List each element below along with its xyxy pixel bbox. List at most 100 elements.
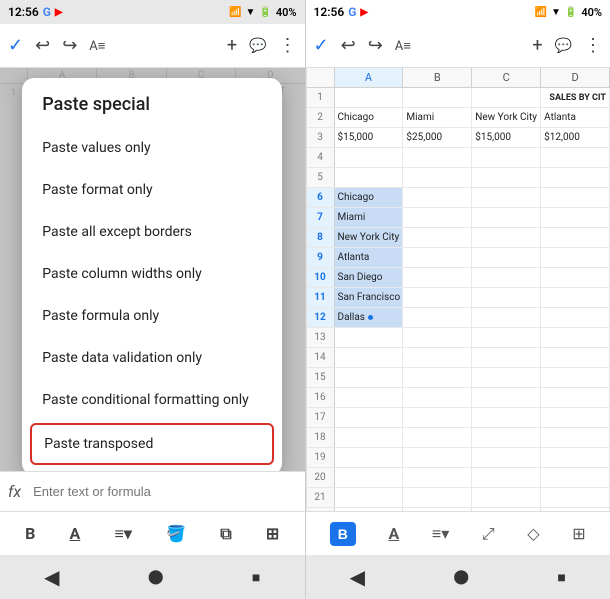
paste-item-6[interactable]: Paste conditional formatting only (22, 379, 282, 421)
table-cell[interactable] (472, 308, 541, 327)
table-cell[interactable] (335, 348, 404, 367)
underline-a-icon[interactable]: A (70, 524, 81, 543)
right-align-icon[interactable]: ≡▾ (432, 524, 449, 544)
col-header-d[interactable]: D (541, 68, 610, 87)
right-home-icon[interactable]: ⬤ (453, 569, 469, 585)
table-cell[interactable]: Atlanta (335, 248, 404, 267)
table-cell[interactable] (335, 428, 404, 447)
table-cell[interactable] (472, 188, 541, 207)
table-cell[interactable] (541, 328, 610, 347)
paste-item-4[interactable]: Paste formula only (22, 295, 282, 337)
paste-item-0[interactable]: Paste values only (22, 127, 282, 169)
table-cell[interactable] (403, 148, 472, 167)
table-cell[interactable] (472, 168, 541, 187)
table-cell[interactable] (335, 148, 404, 167)
redo-icon[interactable]: ↪ (62, 35, 77, 56)
table-cell[interactable] (472, 268, 541, 287)
copy-icon[interactable]: ⧉ (220, 524, 231, 544)
comment-icon[interactable]: 💬 (249, 38, 266, 54)
table-cell[interactable] (541, 448, 610, 467)
table-cell[interactable] (541, 388, 610, 407)
table-cell[interactable] (472, 288, 541, 307)
table-cell[interactable] (335, 468, 404, 487)
table-cell[interactable] (472, 348, 541, 367)
table-cell[interactable] (472, 408, 541, 427)
paste-item-3[interactable]: Paste column widths only (22, 253, 282, 295)
table-cell[interactable] (403, 168, 472, 187)
right-paint-icon[interactable]: ◇ (527, 524, 539, 543)
table-cell[interactable] (335, 488, 404, 507)
table-cell[interactable]: $15,000 (472, 128, 541, 147)
table-cell[interactable] (472, 148, 541, 167)
col-header-b[interactable]: B (403, 68, 472, 87)
right-comment-icon[interactable]: 💬 (555, 38, 572, 54)
col-header-a[interactable]: A (335, 68, 404, 87)
table-cell[interactable] (403, 468, 472, 487)
undo-icon[interactable]: ↩ (35, 35, 50, 56)
table-cell[interactable] (335, 328, 404, 347)
table-cell[interactable] (541, 468, 610, 487)
table-cell[interactable] (541, 188, 610, 207)
table-cell[interactable] (472, 468, 541, 487)
table-cell[interactable] (541, 288, 610, 307)
table-cell[interactable] (472, 428, 541, 447)
table-cell[interactable] (403, 328, 472, 347)
right-underline-a-icon[interactable]: A (389, 524, 400, 543)
table-cell[interactable] (403, 388, 472, 407)
table-cell[interactable] (403, 308, 472, 327)
table-cell[interactable] (541, 268, 610, 287)
table-cell[interactable]: San Diego (335, 268, 404, 287)
table-cell[interactable] (403, 448, 472, 467)
table-cell[interactable] (335, 368, 404, 387)
table-cell[interactable] (541, 368, 610, 387)
table-cell[interactable] (403, 288, 472, 307)
table-cell[interactable] (541, 248, 610, 267)
col-header-c[interactable]: C (472, 68, 541, 87)
table-cell[interactable] (335, 388, 404, 407)
table-cell[interactable] (541, 228, 610, 247)
right-undo-icon[interactable]: ↩ (341, 35, 356, 56)
format-icon[interactable]: A≡ (89, 38, 105, 54)
table-cell[interactable]: Miami (335, 208, 404, 227)
right-grid-icon[interactable]: ⊞ (572, 524, 585, 543)
table-cell[interactable] (472, 248, 541, 267)
home-icon[interactable]: ⬤ (148, 569, 164, 585)
table-cell[interactable] (403, 428, 472, 447)
table-cell[interactable] (472, 388, 541, 407)
table-cell[interactable]: Miami (403, 108, 472, 127)
table-cell[interactable] (403, 208, 472, 227)
table-cell[interactable]: Atlanta (541, 108, 610, 127)
right-check-icon[interactable]: ✓ (314, 35, 329, 56)
table-cell[interactable] (403, 88, 472, 107)
table-cell[interactable] (472, 88, 541, 107)
table-cell[interactable] (403, 228, 472, 247)
bold-icon[interactable]: B (25, 524, 35, 543)
table-cell[interactable] (472, 328, 541, 347)
table-cell[interactable] (403, 268, 472, 287)
paste-item-2[interactable]: Paste all except borders (22, 211, 282, 253)
table-cell[interactable]: New York City (472, 108, 541, 127)
right-more-icon[interactable]: ⋮ (584, 35, 602, 56)
right-redo-icon[interactable]: ↪ (368, 35, 383, 56)
recents-icon[interactable]: ■ (252, 569, 260, 586)
table-cell[interactable] (541, 208, 610, 227)
table-cell[interactable] (541, 308, 610, 327)
table-cell[interactable] (403, 408, 472, 427)
table-cell[interactable] (541, 428, 610, 447)
table-cell[interactable]: $12,000 (541, 128, 610, 147)
table-cell[interactable] (403, 488, 472, 507)
table-cell[interactable] (541, 168, 610, 187)
table-cell[interactable]: Chicago (335, 188, 404, 207)
formula-input[interactable] (33, 484, 296, 499)
table-cell[interactable] (335, 408, 404, 427)
table-cell[interactable] (403, 188, 472, 207)
table-cell[interactable]: Chicago (335, 108, 404, 127)
table-cell[interactable] (472, 368, 541, 387)
table-cell[interactable] (335, 448, 404, 467)
table-cell[interactable]: $15,000 (335, 128, 404, 147)
table-cell[interactable] (335, 88, 404, 107)
table-cell[interactable] (472, 208, 541, 227)
grid-icon[interactable]: ⊞ (266, 524, 279, 543)
table-cell[interactable] (541, 408, 610, 427)
right-back-icon[interactable]: ◀ (350, 565, 365, 589)
